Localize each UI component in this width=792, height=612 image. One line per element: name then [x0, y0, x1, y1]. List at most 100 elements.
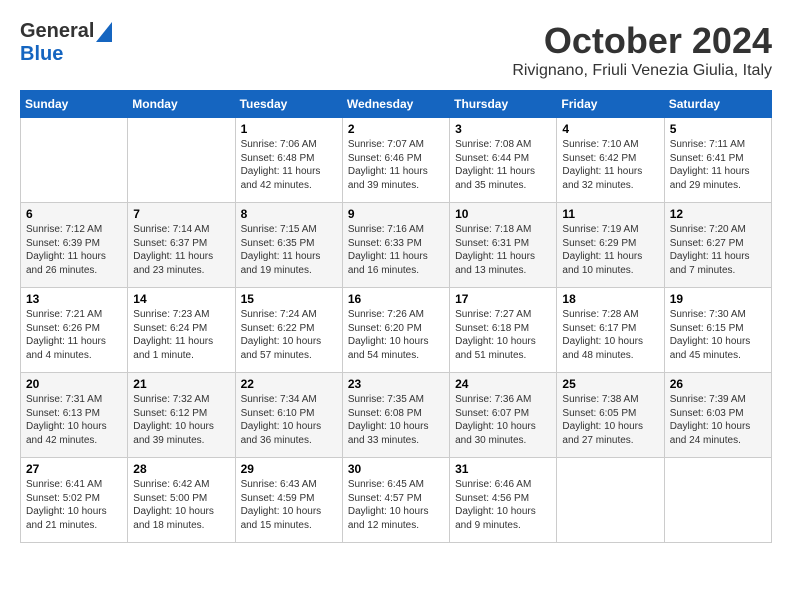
day-number: 28 — [133, 462, 229, 476]
day-info: Sunrise: 7:28 AM Sunset: 6:17 PM Dayligh… — [562, 308, 658, 362]
day-info: Sunrise: 6:43 AM Sunset: 4:59 PM Dayligh… — [241, 478, 337, 532]
calendar-header-tuesday: Tuesday — [235, 91, 342, 118]
day-number: 8 — [241, 207, 337, 221]
day-number: 10 — [455, 207, 551, 221]
day-number: 2 — [348, 122, 444, 136]
day-number: 3 — [455, 122, 551, 136]
location-title: Rivignano, Friuli Venezia Giulia, Italy — [512, 62, 772, 80]
day-info: Sunrise: 7:07 AM Sunset: 6:46 PM Dayligh… — [348, 138, 444, 192]
day-number: 16 — [348, 292, 444, 306]
day-number: 13 — [26, 292, 122, 306]
title-section: October 2024 Rivignano, Friuli Venezia G… — [512, 20, 772, 80]
calendar-header-friday: Friday — [557, 91, 664, 118]
calendar-cell: 23Sunrise: 7:35 AM Sunset: 6:08 PM Dayli… — [342, 373, 449, 458]
calendar-cell — [664, 458, 771, 543]
day-number: 18 — [562, 292, 658, 306]
day-info: Sunrise: 7:10 AM Sunset: 6:42 PM Dayligh… — [562, 138, 658, 192]
day-info: Sunrise: 7:08 AM Sunset: 6:44 PM Dayligh… — [455, 138, 551, 192]
calendar-header-saturday: Saturday — [664, 91, 771, 118]
day-info: Sunrise: 7:34 AM Sunset: 6:10 PM Dayligh… — [241, 393, 337, 447]
day-number: 7 — [133, 207, 229, 221]
day-number: 15 — [241, 292, 337, 306]
calendar-cell — [128, 118, 235, 203]
calendar-cell: 17Sunrise: 7:27 AM Sunset: 6:18 PM Dayli… — [450, 288, 557, 373]
page-header: General Blue October 2024 Rivignano, Fri… — [20, 20, 772, 80]
month-title: October 2024 — [512, 20, 772, 62]
calendar-cell: 3 Sunrise: 7:08 AM Sunset: 6:44 PM Daylig… — [450, 118, 557, 203]
day-number: 12 — [670, 207, 766, 221]
day-number: 11 — [562, 207, 658, 221]
day-number: 21 — [133, 377, 229, 391]
day-info: Sunrise: 7:24 AM Sunset: 6:22 PM Dayligh… — [241, 308, 337, 362]
calendar-cell: 26 Sunrise: 7:39 AM Sunset: 6:03 PM Dayli… — [664, 373, 771, 458]
calendar-header-row: SundayMondayTuesdayWednesdayThursdayFrid… — [21, 91, 772, 118]
day-number: 31 — [455, 462, 551, 476]
day-info: Sunrise: 6:46 AM Sunset: 4:56 PM Dayligh… — [455, 478, 551, 532]
calendar-cell: 16 Sunrise: 7:26 AM Sunset: 6:20 PM Dayli… — [342, 288, 449, 373]
day-number: 26 — [670, 377, 766, 391]
day-info: Sunrise: 7:35 AM Sunset: 6:08 PM Dayligh… — [348, 393, 444, 447]
day-info: Sunrise: 6:42 AM Sunset: 5:00 PM Dayligh… — [133, 478, 229, 532]
calendar-cell: 11 Sunrise: 7:19 AM Sunset: 6:29 PM Dayli… — [557, 203, 664, 288]
calendar-cell: 28 Sunrise: 6:42 AM Sunset: 5:00 PM Dayli… — [128, 458, 235, 543]
day-number: 29 — [241, 462, 337, 476]
day-info: Sunrise: 7:39 AM Sunset: 6:03 PM Dayligh… — [670, 393, 766, 447]
calendar-header-monday: Monday — [128, 91, 235, 118]
day-info: Sunrise: 7:21 AM Sunset: 6:26 PM Dayligh… — [26, 308, 122, 362]
day-info: Sunrise: 7:31 AM Sunset: 6:13 PM Dayligh… — [26, 393, 122, 447]
day-info: Sunrise: 7:19 AM Sunset: 6:29 PM Dayligh… — [562, 223, 658, 277]
day-info: Sunrise: 7:26 AM Sunset: 6:20 PM Dayligh… — [348, 308, 444, 362]
logo-general-text: General — [20, 20, 94, 43]
calendar-cell: 15 Sunrise: 7:24 AM Sunset: 6:22 PM Dayli… — [235, 288, 342, 373]
day-number: 19 — [670, 292, 766, 306]
calendar-cell — [21, 118, 128, 203]
calendar-header-thursday: Thursday — [450, 91, 557, 118]
day-info: Sunrise: 7:12 AM Sunset: 6:39 PM Dayligh… — [26, 223, 122, 277]
day-info: Sunrise: 7:20 AM Sunset: 6:27 PM Dayligh… — [670, 223, 766, 277]
logo-arrow-icon — [96, 22, 112, 42]
calendar-cell: 18 Sunrise: 7:28 AM Sunset: 6:17 PM Dayli… — [557, 288, 664, 373]
calendar-cell: 13 Sunrise: 7:21 AM Sunset: 6:26 PM Dayli… — [21, 288, 128, 373]
calendar-cell: 25 Sunrise: 7:38 AM Sunset: 6:05 PM Dayli… — [557, 373, 664, 458]
day-number: 25 — [562, 377, 658, 391]
calendar-cell: 31 Sunrise: 6:46 AM Sunset: 4:56 PM Dayli… — [450, 458, 557, 543]
calendar-cell: 10 Sunrise: 7:18 AM Sunset: 6:31 PM Dayli… — [450, 203, 557, 288]
calendar-cell: 30 Sunrise: 6:45 AM Sunset: 4:57 PM Dayli… — [342, 458, 449, 543]
calendar-cell: 24Sunrise: 7:36 AM Sunset: 6:07 PM Dayli… — [450, 373, 557, 458]
day-number: 22 — [241, 377, 337, 391]
day-info: Sunrise: 7:15 AM Sunset: 6:35 PM Dayligh… — [241, 223, 337, 277]
day-info: Sunrise: 7:27 AM Sunset: 6:18 PM Dayligh… — [455, 308, 551, 362]
day-info: Sunrise: 7:38 AM Sunset: 6:05 PM Dayligh… — [562, 393, 658, 447]
day-info: Sunrise: 7:06 AM Sunset: 6:48 PM Dayligh… — [241, 138, 337, 192]
day-number: 20 — [26, 377, 122, 391]
calendar-cell: 12 Sunrise: 7:20 AM Sunset: 6:27 PM Dayli… — [664, 203, 771, 288]
calendar-cell: 2 Sunrise: 7:07 AM Sunset: 6:46 PM Daylig… — [342, 118, 449, 203]
calendar-week-row: 13 Sunrise: 7:21 AM Sunset: 6:26 PM Dayli… — [21, 288, 772, 373]
calendar-cell: 5 Sunrise: 7:11 AM Sunset: 6:41 PM Daylig… — [664, 118, 771, 203]
day-info: Sunrise: 7:32 AM Sunset: 6:12 PM Dayligh… — [133, 393, 229, 447]
calendar-cell: 29 Sunrise: 6:43 AM Sunset: 4:59 PM Dayli… — [235, 458, 342, 543]
calendar-week-row: 20 Sunrise: 7:31 AM Sunset: 6:13 PM Dayli… — [21, 373, 772, 458]
day-info: Sunrise: 7:36 AM Sunset: 6:07 PM Dayligh… — [455, 393, 551, 447]
day-info: Sunrise: 6:45 AM Sunset: 4:57 PM Dayligh… — [348, 478, 444, 532]
day-info: Sunrise: 7:30 AM Sunset: 6:15 PM Dayligh… — [670, 308, 766, 362]
day-number: 4 — [562, 122, 658, 136]
calendar-cell: 21 Sunrise: 7:32 AM Sunset: 6:12 PM Dayli… — [128, 373, 235, 458]
day-number: 6 — [26, 207, 122, 221]
day-info: Sunrise: 6:41 AM Sunset: 5:02 PM Dayligh… — [26, 478, 122, 532]
day-info: Sunrise: 7:11 AM Sunset: 6:41 PM Dayligh… — [670, 138, 766, 192]
calendar-cell: 27Sunrise: 6:41 AM Sunset: 5:02 PM Dayli… — [21, 458, 128, 543]
calendar-cell: 22 Sunrise: 7:34 AM Sunset: 6:10 PM Dayli… — [235, 373, 342, 458]
calendar-cell: 7Sunrise: 7:14 AM Sunset: 6:37 PM Daylig… — [128, 203, 235, 288]
calendar-cell: 14Sunrise: 7:23 AM Sunset: 6:24 PM Dayli… — [128, 288, 235, 373]
calendar-week-row: 6 Sunrise: 7:12 AM Sunset: 6:39 PM Daylig… — [21, 203, 772, 288]
day-info: Sunrise: 7:16 AM Sunset: 6:33 PM Dayligh… — [348, 223, 444, 277]
day-info: Sunrise: 7:18 AM Sunset: 6:31 PM Dayligh… — [455, 223, 551, 277]
calendar-header-sunday: Sunday — [21, 91, 128, 118]
calendar-cell: 1Sunrise: 7:06 AM Sunset: 6:48 PM Daylig… — [235, 118, 342, 203]
calendar-cell: 6 Sunrise: 7:12 AM Sunset: 6:39 PM Daylig… — [21, 203, 128, 288]
calendar-cell: 8 Sunrise: 7:15 AM Sunset: 6:35 PM Daylig… — [235, 203, 342, 288]
day-number: 5 — [670, 122, 766, 136]
calendar-header-wednesday: Wednesday — [342, 91, 449, 118]
day-number: 30 — [348, 462, 444, 476]
